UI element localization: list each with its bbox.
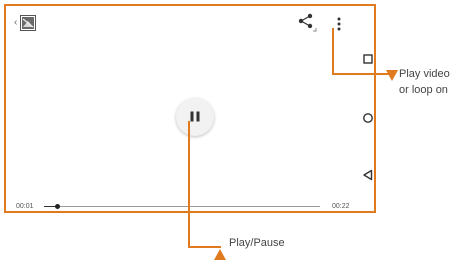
more-vertical-icon[interactable] — [336, 16, 342, 34]
more-callout-label-line1: Play video — [399, 68, 450, 80]
pause-icon — [190, 111, 200, 122]
share-icon[interactable] — [297, 13, 319, 33]
back-triangle-icon[interactable] — [361, 168, 375, 182]
more-callout-arrow — [386, 70, 398, 81]
current-time: 00:01 — [16, 203, 34, 210]
seek-bar[interactable] — [44, 204, 320, 209]
video-thumbnail-icon[interactable] — [20, 15, 36, 31]
video-player-screen: ‹ 00:01 00:22 — [4, 4, 376, 213]
home-circle-icon[interactable] — [361, 111, 375, 125]
more-callout-line-vertical — [332, 28, 334, 75]
total-time: 00:22 — [332, 203, 350, 210]
play-pause-button[interactable] — [176, 98, 214, 136]
seek-thumb[interactable] — [55, 204, 61, 209]
play-callout-line-vertical — [188, 121, 190, 248]
more-callout-line-horizontal — [332, 73, 392, 75]
play-callout-label: Play/Pause — [229, 237, 285, 249]
play-callout-line-horizontal — [188, 246, 221, 248]
recents-square-icon[interactable] — [361, 52, 375, 66]
play-callout-arrow — [214, 249, 226, 260]
back-chevron-icon[interactable]: ‹ — [14, 18, 17, 28]
more-callout-label-line2: or loop on — [399, 84, 448, 96]
